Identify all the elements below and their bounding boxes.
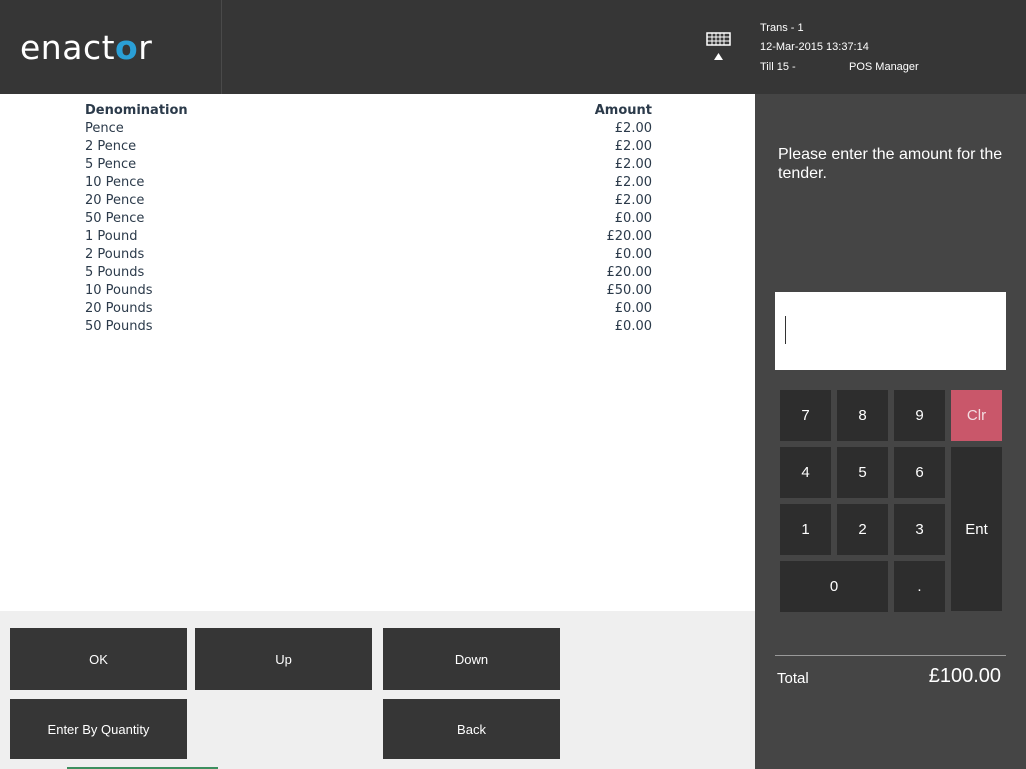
- denomination-cell: 20 Pence: [85, 193, 145, 208]
- amount-cell: £0.00: [614, 211, 652, 226]
- denomination-cell: 2 Pounds: [85, 247, 145, 262]
- amount-cell: £0.00: [614, 319, 652, 334]
- amount-cell: £50.00: [606, 283, 653, 298]
- denomination-header: Denomination: [85, 103, 188, 118]
- denomination-cell: 5 Pounds: [85, 265, 145, 280]
- amount-header: Amount: [594, 103, 652, 118]
- amount-cell: £2.00: [614, 121, 652, 136]
- action-button-area: OK Up Down Enter By Quantity Back: [0, 611, 755, 769]
- table-row[interactable]: 10 Pence £2.00: [85, 174, 652, 192]
- denomination-cell: 20 Pounds: [85, 301, 153, 316]
- denomination-panel: Denomination Amount Pence £2.00 2 Pence …: [0, 94, 755, 611]
- table-row[interactable]: 20 Pence £2.00: [85, 192, 652, 210]
- total-value: £100.00: [928, 665, 1001, 687]
- amount-input[interactable]: [775, 292, 1006, 370]
- enter-button[interactable]: Ent: [951, 447, 1002, 611]
- table-row[interactable]: 50 Pence £0.00: [85, 210, 652, 228]
- total-label: Total: [777, 670, 809, 687]
- table-row[interactable]: 2 Pounds £0.00: [85, 246, 652, 264]
- keyboard-icon[interactable]: [706, 32, 732, 62]
- denomination-cell: 50 Pounds: [85, 319, 153, 334]
- key-3[interactable]: 3: [894, 504, 945, 555]
- transaction-number: Trans - 1: [760, 22, 804, 34]
- denomination-cell: 2 Pence: [85, 139, 137, 154]
- amount-cell: £2.00: [614, 139, 652, 154]
- key-5[interactable]: 5: [837, 447, 888, 498]
- ok-button[interactable]: OK: [10, 628, 187, 690]
- up-button[interactable]: Up: [195, 628, 372, 690]
- amount-cell: £2.00: [614, 193, 652, 208]
- amount-cell: £0.00: [614, 301, 652, 316]
- table-row[interactable]: Pence £2.00: [85, 120, 652, 138]
- key-1[interactable]: 1: [780, 504, 831, 555]
- back-button[interactable]: Back: [383, 699, 560, 759]
- total-divider: [775, 655, 1006, 656]
- prompt-message: Please enter the amount for the tender.: [778, 146, 1003, 182]
- amount-cell: £0.00: [614, 247, 652, 262]
- down-button[interactable]: Down: [383, 628, 560, 690]
- denomination-cell: Pence: [85, 121, 124, 136]
- denomination-table: Denomination Amount Pence £2.00 2 Pence …: [85, 102, 652, 336]
- date-time: 12-Mar-2015 13:37:14: [760, 41, 869, 53]
- tender-entry-panel: Please enter the amount for the tender. …: [755, 94, 1026, 769]
- table-row[interactable]: 2 Pence £2.00: [85, 138, 652, 156]
- key-8[interactable]: 8: [837, 390, 888, 441]
- denomination-cell: 5 Pence: [85, 157, 137, 172]
- table-row[interactable]: 10 Pounds £50.00: [85, 282, 652, 300]
- operator-name: POS Manager: [849, 61, 919, 73]
- key-0[interactable]: 0: [780, 561, 888, 612]
- amount-cell: £2.00: [614, 175, 652, 190]
- amount-cell: £2.00: [614, 157, 652, 172]
- key-decimal[interactable]: .: [894, 561, 945, 612]
- table-row[interactable]: 50 Pounds £0.00: [85, 318, 652, 336]
- enactor-logo: enactor: [20, 28, 153, 67]
- enter-by-quantity-button[interactable]: Enter By Quantity: [10, 699, 187, 759]
- table-row[interactable]: 20 Pounds £0.00: [85, 300, 652, 318]
- header-bar: enactor Trans - 1 12-Mar-2015 13:37:14 T…: [0, 0, 1026, 94]
- denomination-cell: 1 Pound: [85, 229, 138, 244]
- key-6[interactable]: 6: [894, 447, 945, 498]
- header-divider: [221, 0, 222, 94]
- amount-cell: £20.00: [606, 265, 653, 280]
- clear-button[interactable]: Clr: [951, 390, 1002, 441]
- table-row[interactable]: 5 Pounds £20.00: [85, 264, 652, 282]
- denomination-cell: 50 Pence: [85, 211, 145, 226]
- key-4[interactable]: 4: [780, 447, 831, 498]
- till-number: Till 15 -: [760, 61, 796, 73]
- key-7[interactable]: 7: [780, 390, 831, 441]
- denomination-cell: 10 Pence: [85, 175, 145, 190]
- table-row[interactable]: 1 Pound £20.00: [85, 228, 652, 246]
- amount-cell: £20.00: [606, 229, 653, 244]
- text-caret: [785, 316, 786, 344]
- table-header: Denomination Amount: [85, 102, 652, 120]
- denomination-cell: 10 Pounds: [85, 283, 153, 298]
- table-row[interactable]: 5 Pence £2.00: [85, 156, 652, 174]
- key-2[interactable]: 2: [837, 504, 888, 555]
- key-9[interactable]: 9: [894, 390, 945, 441]
